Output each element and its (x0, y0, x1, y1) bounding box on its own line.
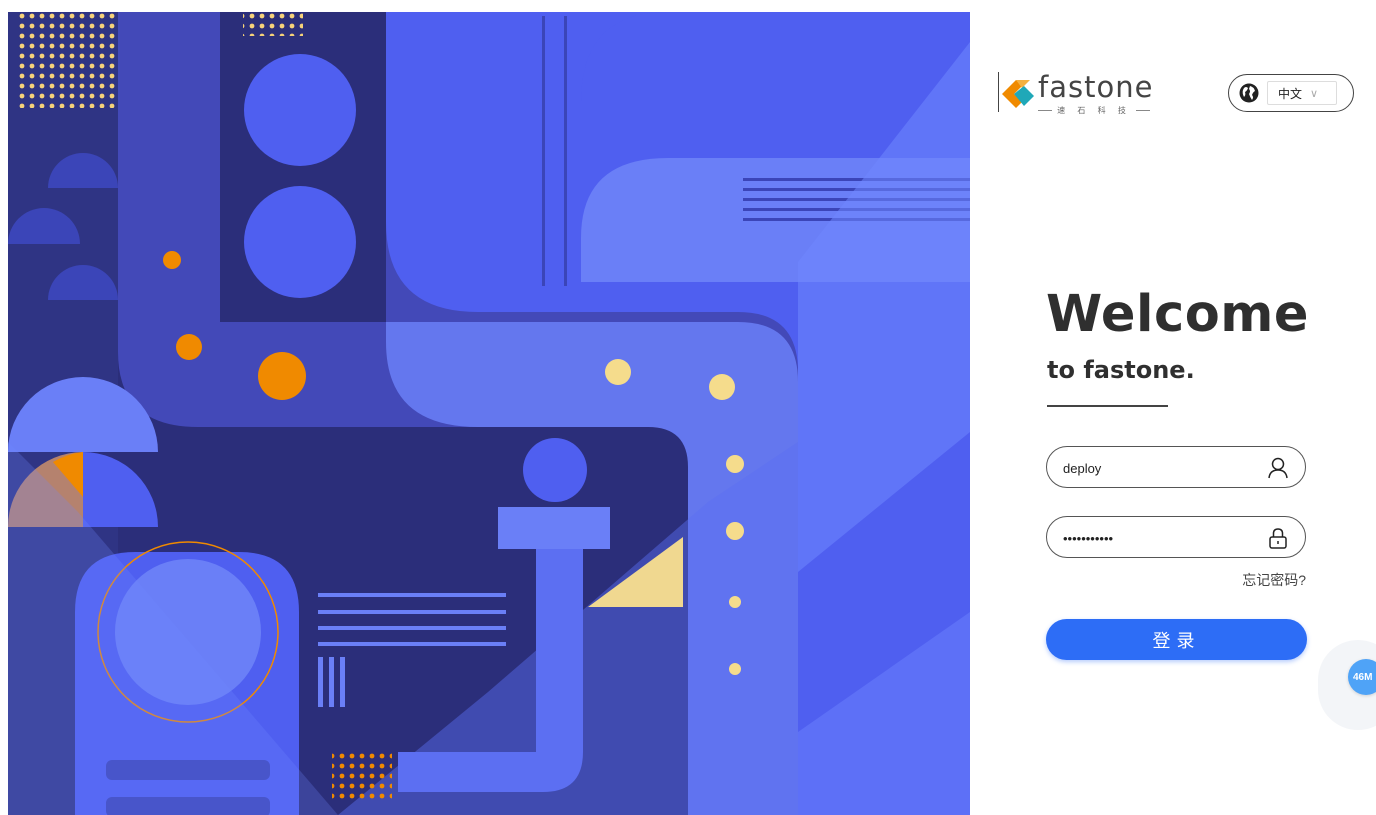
chevron-down-icon: ∨ (1310, 87, 1319, 100)
abstract-art (8, 12, 970, 815)
welcome-title: Welcome (1046, 285, 1310, 344)
username-input[interactable] (1061, 455, 1255, 481)
language-selected: 中文 (1278, 86, 1303, 101)
globe-icon (1239, 83, 1259, 103)
logo-name: fastone (1038, 70, 1154, 104)
logo-subtitle: 速 石 科 技 (1038, 105, 1151, 116)
login-panel (970, 0, 1376, 815)
logo-mark-icon (1002, 80, 1034, 108)
logo-subtitle-text: 速 石 科 技 (1057, 106, 1131, 115)
language-switcher[interactable]: 中文 ∨ (1228, 74, 1354, 112)
forgot-password-link[interactable]: 忘记密码? (1200, 570, 1306, 590)
logo-divider (998, 72, 999, 112)
floating-badge[interactable]: 46M (1348, 659, 1376, 695)
user-icon (1268, 457, 1288, 479)
hero-illustration (8, 12, 970, 815)
username-field[interactable] (1046, 446, 1306, 488)
login-button[interactable]: 登录 (1046, 619, 1307, 660)
password-field[interactable] (1046, 516, 1306, 558)
lock-icon (1269, 528, 1287, 549)
password-input[interactable] (1061, 525, 1255, 551)
heading-divider (1047, 405, 1168, 407)
fastone-logo: fastone 速 石 科 技 (998, 70, 1158, 118)
language-select[interactable]: 中文 ∨ (1267, 81, 1337, 105)
welcome-subtitle: to fastone. (1047, 356, 1195, 384)
